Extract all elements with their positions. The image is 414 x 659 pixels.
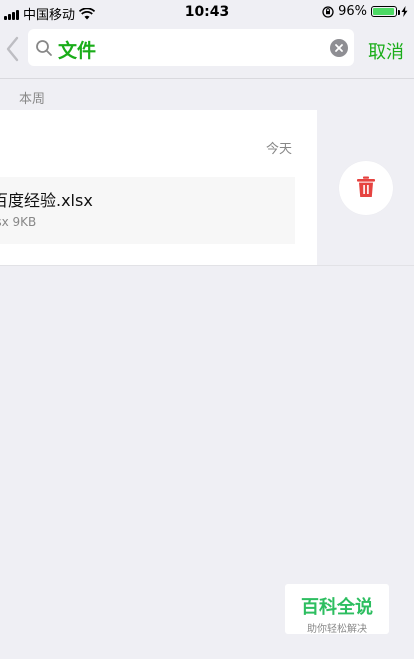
battery-icon bbox=[371, 6, 400, 17]
chevron-left-icon[interactable] bbox=[4, 36, 22, 62]
file-meta: lsx 9KB bbox=[0, 215, 37, 229]
header-divider bbox=[0, 78, 414, 79]
battery-percent: 96% bbox=[338, 4, 367, 19]
search-bar: 文件 取消 bbox=[0, 24, 414, 72]
cancel-button[interactable]: 取消 bbox=[368, 38, 404, 64]
file-attachment[interactable]: 百度经验.xlsx lsx 9KB bbox=[0, 177, 295, 244]
battery-fill bbox=[373, 8, 395, 15]
orientation-lock-icon bbox=[322, 5, 334, 18]
file-name: 百度经验.xlsx bbox=[0, 191, 93, 210]
row-divider bbox=[0, 265, 414, 266]
clear-icon[interactable] bbox=[330, 39, 348, 57]
result-date: 今天 bbox=[266, 142, 293, 157]
search-input[interactable]: 文件 bbox=[28, 29, 354, 66]
file-result-row[interactable]: 今天 百度经验.xlsx lsx 9KB bbox=[0, 110, 317, 266]
watermark-logo: 百科全说 助你轻松解决 bbox=[285, 584, 389, 635]
trash-icon bbox=[357, 176, 375, 197]
search-icon bbox=[36, 40, 52, 56]
watermark-subtitle: 助你轻松解决 bbox=[307, 624, 367, 635]
charging-bolt-icon bbox=[401, 6, 408, 17]
status-right: 96% bbox=[322, 4, 408, 19]
search-query[interactable]: 文件 bbox=[58, 36, 96, 63]
status-bar: 中国移动 10:43 96% bbox=[0, 0, 414, 24]
section-label: 本周 bbox=[19, 92, 46, 107]
watermark-title: 百科全说 bbox=[301, 597, 373, 618]
delete-button[interactable] bbox=[339, 161, 393, 215]
